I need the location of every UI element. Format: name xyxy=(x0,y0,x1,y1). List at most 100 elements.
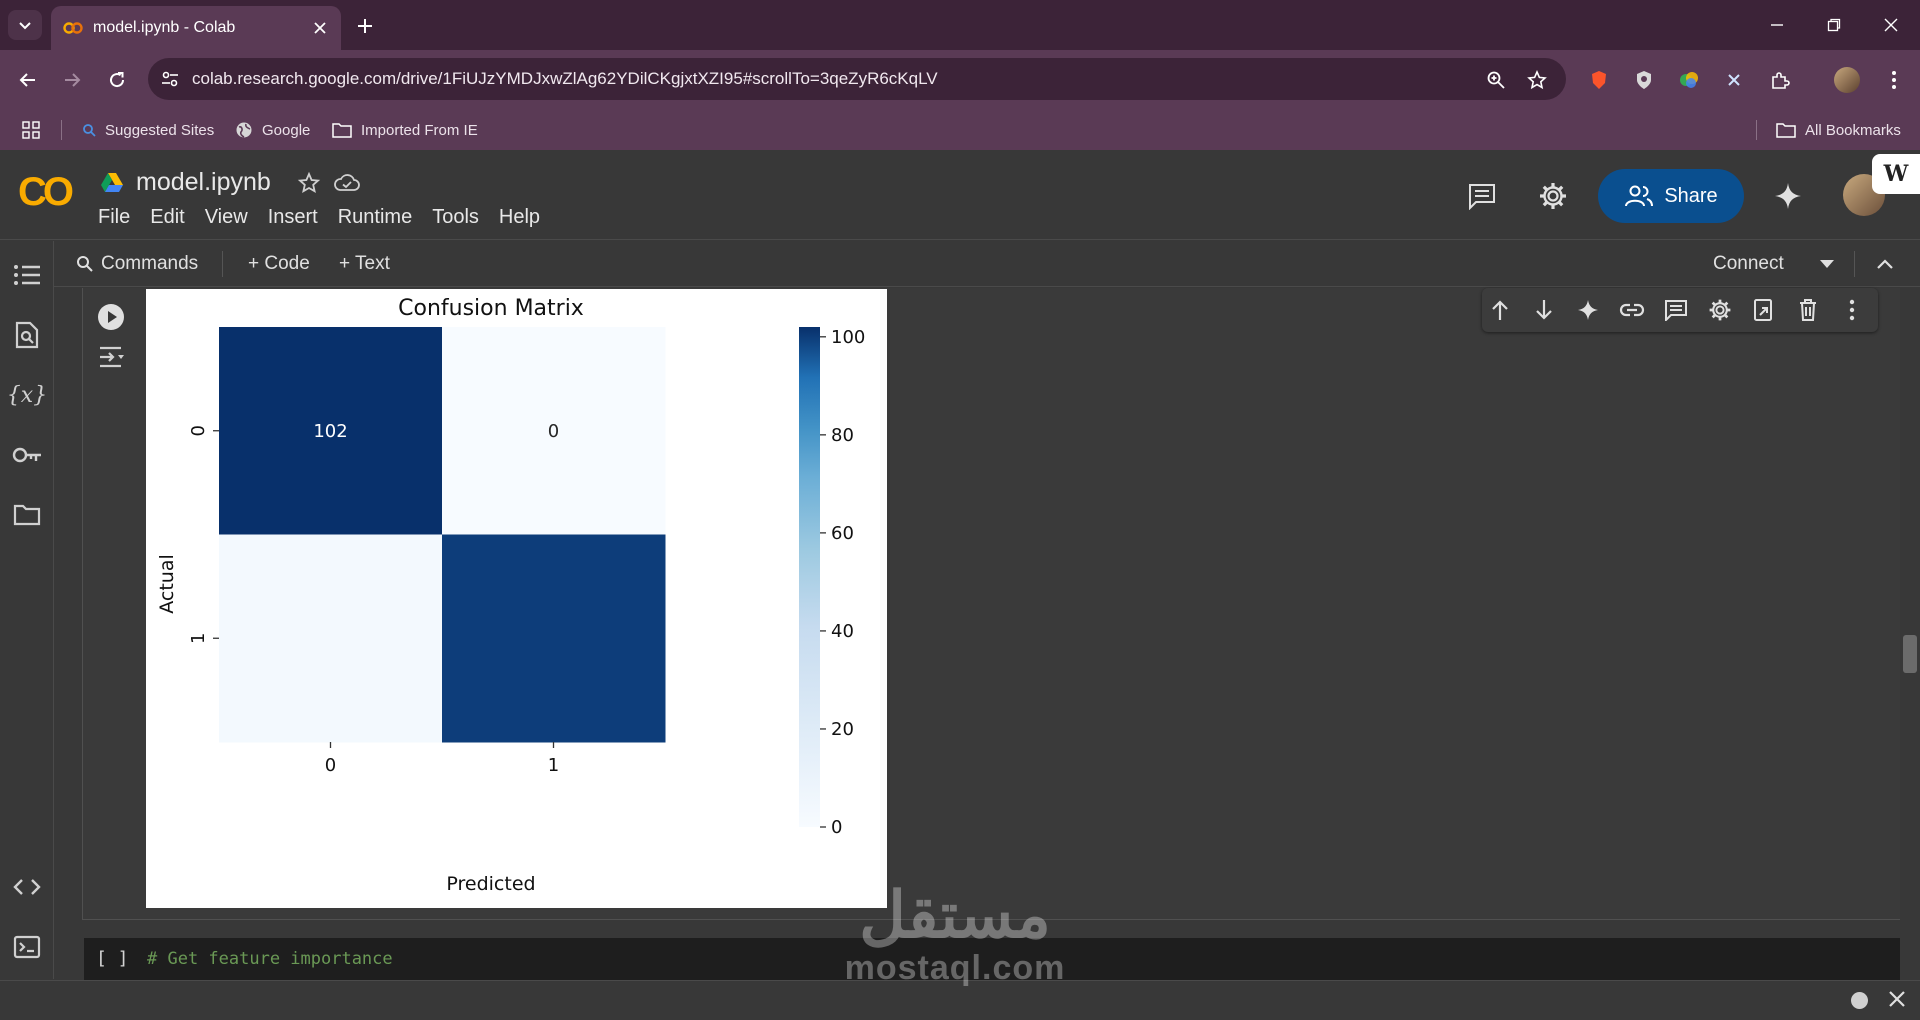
sparkle-icon xyxy=(1578,300,1598,320)
heatmap-cells xyxy=(219,327,666,743)
window-close-button[interactable] xyxy=(1862,0,1920,50)
scrollbar-thumb[interactable] xyxy=(1903,635,1917,673)
secrets-button[interactable] xyxy=(11,439,43,471)
terminal-button[interactable] xyxy=(11,931,43,963)
close-status-button[interactable] xyxy=(1888,990,1906,1008)
x-tick-label: 0 xyxy=(325,755,336,776)
watermark-latin: mostaql.com xyxy=(844,949,1066,987)
mirror-cell-button[interactable] xyxy=(1750,296,1778,324)
connect-dropdown[interactable] xyxy=(1819,241,1835,287)
cloud-saved-icon[interactable] xyxy=(333,172,361,194)
google-drive-icon[interactable] xyxy=(100,172,124,194)
run-cell-button[interactable] xyxy=(97,303,125,331)
cell-toolbar xyxy=(1482,288,1878,332)
chevron-up-icon xyxy=(1877,259,1893,269)
restore-icon xyxy=(1827,18,1841,32)
folder-icon xyxy=(1776,123,1796,138)
star-icon[interactable] xyxy=(297,171,321,195)
search-icon xyxy=(83,124,96,137)
gear-icon xyxy=(1540,183,1566,209)
reload-button[interactable] xyxy=(103,66,131,94)
y-tick-label: 1 xyxy=(188,633,209,644)
omnibox[interactable]: colab.research.google.com/drive/1FiUJzYM… xyxy=(148,58,1566,100)
move-cell-down-button[interactable] xyxy=(1530,296,1558,324)
comments-button[interactable] xyxy=(1464,178,1500,214)
connect-button[interactable]: Connect xyxy=(1713,241,1784,287)
table-of-contents-button[interactable] xyxy=(11,259,43,291)
zoom-button[interactable] xyxy=(1482,66,1510,94)
menu-file[interactable]: File xyxy=(98,206,130,229)
settings-button[interactable] xyxy=(1535,178,1571,214)
output-actions-icon[interactable] xyxy=(97,343,127,371)
menu-help[interactable]: Help xyxy=(499,206,540,229)
extension-colorful-icon[interactable] xyxy=(1675,66,1703,94)
site-info-icon[interactable] xyxy=(148,69,192,89)
commands-button[interactable]: Commands xyxy=(76,241,198,287)
heatmap-cell-1-0 xyxy=(219,534,443,743)
restore-button[interactable] xyxy=(1805,0,1863,50)
browser-tab-active[interactable]: model.ipynb - Colab xyxy=(51,6,341,50)
find-replace-button[interactable] xyxy=(11,319,43,351)
tab-close-icon[interactable] xyxy=(311,19,329,37)
delete-cell-button[interactable] xyxy=(1794,296,1822,324)
notebook-name[interactable]: model.ipynb xyxy=(136,168,271,197)
copy-link-button[interactable] xyxy=(1618,296,1646,324)
add-code-button[interactable]: + Code xyxy=(248,241,310,287)
share-button[interactable]: Share xyxy=(1598,169,1744,223)
menu-runtime[interactable]: Runtime xyxy=(338,206,412,229)
extensions-puzzle-icon[interactable] xyxy=(1766,66,1794,94)
extension-shield-icon[interactable] xyxy=(1630,66,1658,94)
add-comment-button[interactable] xyxy=(1662,296,1690,324)
cell-settings-button[interactable] xyxy=(1706,296,1734,324)
search-icon xyxy=(77,256,93,272)
move-cell-up-button[interactable] xyxy=(1486,296,1514,324)
bookmark-google[interactable]: Google xyxy=(235,110,310,150)
more-cell-actions-button[interactable] xyxy=(1838,296,1866,324)
tab-search-button[interactable] xyxy=(8,10,42,40)
menu-insert[interactable]: Insert xyxy=(268,206,318,229)
all-bookmarks-button[interactable]: All Bookmarks xyxy=(1776,110,1901,150)
add-text-button[interactable]: + Text xyxy=(339,241,390,287)
profile-avatar[interactable] xyxy=(1833,66,1861,94)
cell-annotation-0-1: 0 xyxy=(548,421,559,442)
gemini-button[interactable] xyxy=(1770,178,1806,214)
code-snippets-button[interactable] xyxy=(11,871,43,903)
sparkle-icon xyxy=(1775,183,1801,209)
forward-button[interactable] xyxy=(58,66,86,94)
browser-tab-bar: model.ipynb - Colab xyxy=(0,0,1920,50)
url-text[interactable]: colab.research.google.com/drive/1FiUJzYM… xyxy=(192,69,1566,89)
extension-brave-icon[interactable] xyxy=(1585,66,1613,94)
cell-run-bracket[interactable]: [ ] xyxy=(96,948,129,969)
menu-edit[interactable]: Edit xyxy=(150,206,184,229)
comment-icon xyxy=(1665,300,1687,321)
new-tab-button[interactable] xyxy=(352,13,378,39)
extension-x-icon[interactable] xyxy=(1720,66,1748,94)
collapse-header-button[interactable] xyxy=(1876,241,1894,287)
bookmark-imported-from-ie[interactable]: Imported From IE xyxy=(332,110,478,150)
variables-icon[interactable]: {𝑥} xyxy=(7,379,47,411)
plus-icon xyxy=(358,19,372,33)
colorbar-tick-label: 20 xyxy=(831,719,854,740)
code-comment[interactable]: # Get feature importance xyxy=(147,949,393,969)
add-code-label: + Code xyxy=(248,253,310,274)
back-button[interactable] xyxy=(14,66,42,94)
terminal-icon xyxy=(13,935,41,959)
menu-tools[interactable]: Tools xyxy=(432,206,479,229)
browser-menu-button[interactable] xyxy=(1880,66,1908,94)
left-sidebar: {𝑥} xyxy=(0,241,54,979)
status-indicator-icon xyxy=(1851,992,1868,1009)
apps-button[interactable] xyxy=(22,110,40,150)
bookmark-star-button[interactable] xyxy=(1523,66,1551,94)
watermark-arabic: مستقل xyxy=(859,879,1051,951)
share-label: Share xyxy=(1664,184,1718,207)
menu-view[interactable]: View xyxy=(205,206,248,229)
files-button[interactable] xyxy=(11,499,43,531)
gemini-cell-button[interactable] xyxy=(1574,296,1602,324)
w-extension-badge[interactable]: W xyxy=(1872,154,1920,194)
minimize-button[interactable] xyxy=(1748,0,1806,50)
reload-icon xyxy=(110,72,125,88)
bookmark-suggested-sites[interactable]: Suggested Sites xyxy=(82,110,214,150)
key-icon xyxy=(12,447,41,463)
link-icon xyxy=(1619,303,1645,317)
colab-logo[interactable]: CO xyxy=(18,170,74,215)
